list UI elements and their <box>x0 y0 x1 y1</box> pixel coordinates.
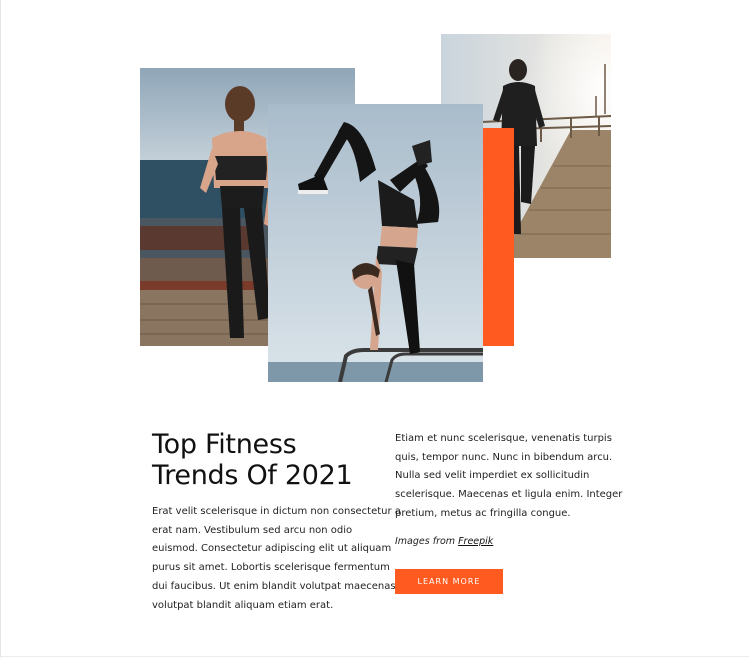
learn-more-button[interactable]: LEARN MORE <box>395 569 503 594</box>
body-line: Etiam et nunc scelerisque, venenatis tur… <box>395 433 612 444</box>
freepik-link[interactable]: Freepik <box>458 536 493 547</box>
intro-line: erat nam. Vestibulum sed arcu non odio <box>152 524 353 536</box>
article-title-line-1: Top Fitness <box>152 429 297 460</box>
body-line: quis, tempor nunc. Nunc in bibendum arcu… <box>395 451 613 463</box>
photo-woman-handstand-on-bars <box>268 104 483 382</box>
article-body-text: Etiam et nunc scelerisque, venenatis tur… <box>395 430 623 524</box>
article-intro-text: Erat velit scelerisque in dictum non con… <box>152 503 401 615</box>
image-credit: Images from Freepik <box>395 536 493 547</box>
body-line: pretium, metus ac fringilla congue. <box>395 507 571 519</box>
article-title: Top Fitness Trends Of 2021 <box>152 429 382 491</box>
body-line: scelerisque. Maecenas et ligula enim. In… <box>395 489 623 501</box>
image-credit-prefix: Images from <box>395 536 456 547</box>
frame-edge-left <box>0 0 1 658</box>
intro-line: euismod. Consectetur adipiscing elit ut … <box>152 543 392 555</box>
body-line: Nulla sed velit imperdiet ex sollicitudi… <box>395 470 590 482</box>
article-title-line-2: Trends Of 2021 <box>152 460 353 491</box>
intro-line: Erat velit scelerisque in dictum non con… <box>152 506 401 517</box>
frame-edge-bottom <box>0 656 749 657</box>
intro-line: dui faucibus. Ut enim blandit volutpat m… <box>152 580 396 592</box>
intro-line: volutpat blandit aliquam etiam erat. <box>152 599 334 611</box>
intro-line: purus sit amet. Lobortis scelerisque fer… <box>152 562 390 574</box>
accent-color-block <box>483 128 514 346</box>
